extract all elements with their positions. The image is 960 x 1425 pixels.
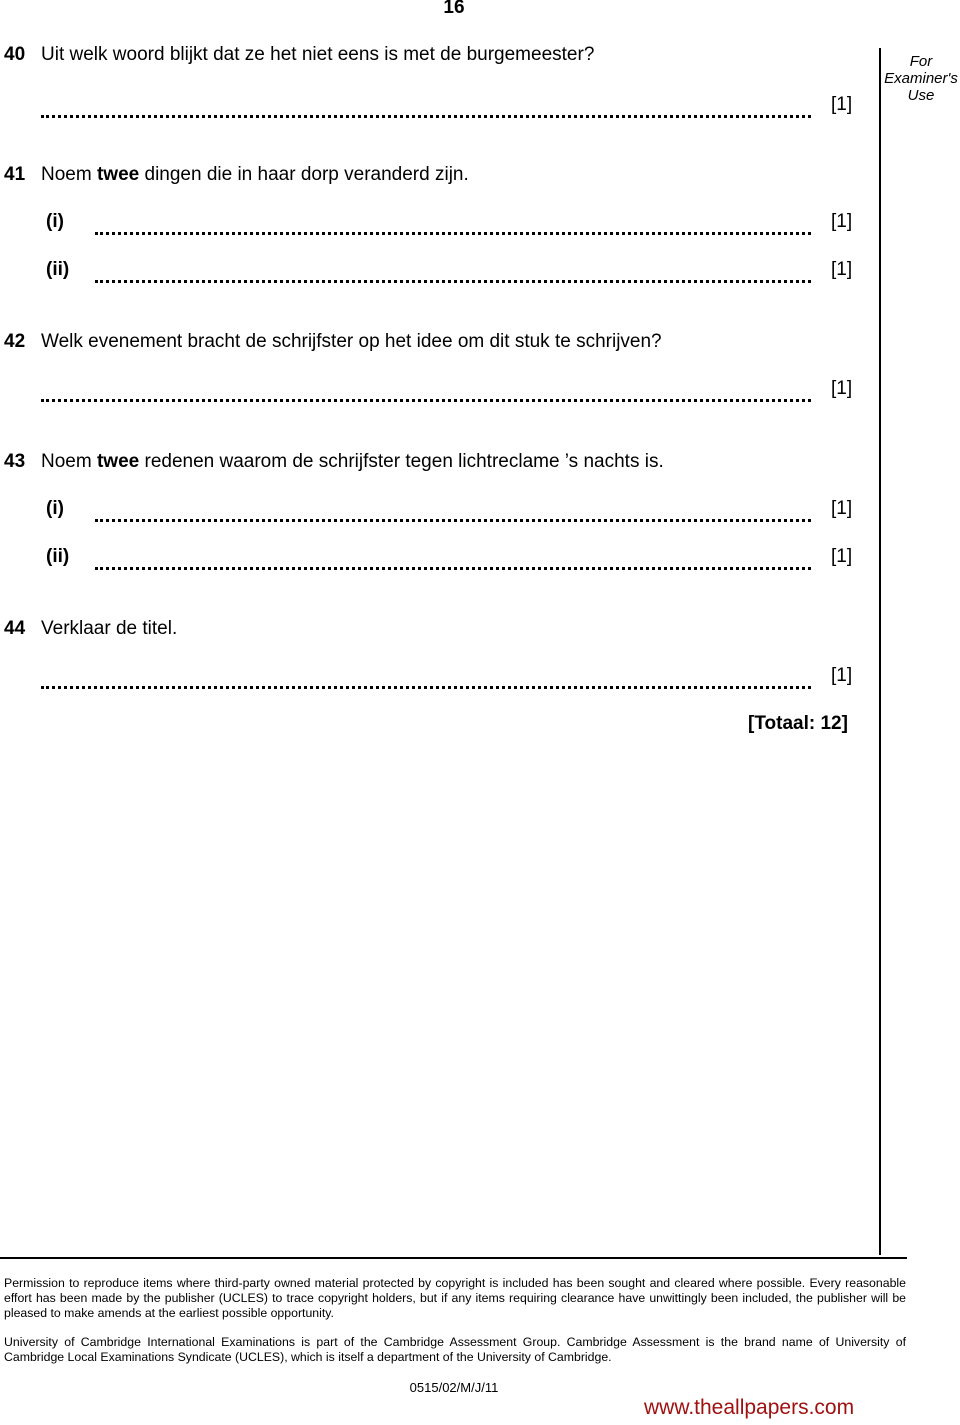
mark-allocation: [1]	[831, 665, 853, 686]
examiner-use-label: For Examiner's Use	[882, 53, 960, 104]
answer-line[interactable]	[41, 396, 811, 402]
website-link[interactable]: www.theallpapers.com	[644, 1396, 854, 1420]
answer-line[interactable]	[95, 229, 811, 235]
question-text: Welk evenement bracht de schrijfster op …	[41, 331, 662, 352]
mark-allocation: [1]	[831, 378, 853, 399]
copyright-permission-notice: Permission to reproduce items where thir…	[4, 1276, 906, 1320]
question-text: Verklaar de titel.	[41, 618, 178, 639]
ucles-notice: University of Cambridge International Ex…	[4, 1335, 906, 1364]
question-text: Noem twee redenen waarom de schrijfster …	[41, 451, 664, 473]
answer-line[interactable]	[95, 564, 811, 570]
question-text-part: redenen waarom de schrijfster tegen lich…	[139, 451, 664, 472]
question-text: Uit welk woord blijkt dat ze het niet ee…	[41, 44, 595, 65]
question-text-emphasis: twee	[96, 451, 140, 472]
answer-line[interactable]	[41, 683, 811, 689]
sub-question-label: (i)	[46, 211, 64, 232]
mark-allocation: [1]	[831, 498, 853, 519]
page-number: 16	[443, 0, 465, 18]
answer-line[interactable]	[41, 112, 811, 118]
question-text-part: Noem	[41, 451, 97, 472]
question-text-part: dingen die in haar dorp veranderd zijn.	[139, 164, 469, 185]
total-marks: [Totaal: 12]	[748, 713, 848, 734]
mark-allocation: [1]	[831, 211, 853, 232]
mark-allocation: [1]	[831, 259, 853, 280]
answer-line[interactable]	[95, 277, 811, 283]
mark-allocation: [1]	[831, 546, 853, 567]
question-number: 44	[4, 618, 26, 639]
sub-question-label: (ii)	[46, 546, 70, 567]
exam-code: 0515/02/M/J/11	[409, 1380, 499, 1395]
footer-divider	[0, 1257, 907, 1259]
question-number: 43	[4, 451, 26, 472]
examiner-column-divider	[879, 48, 881, 1255]
mark-allocation: [1]	[831, 94, 853, 115]
examiner-label-line: Use	[907, 87, 935, 104]
answer-line[interactable]	[95, 516, 811, 522]
question-text-emphasis: twee	[96, 164, 140, 185]
question-text-part: Noem	[41, 164, 97, 185]
question-number: 41	[4, 164, 26, 185]
question-number: 40	[4, 44, 26, 65]
examiner-label-line: For	[909, 53, 933, 70]
question-number: 42	[4, 331, 26, 352]
sub-question-label: (ii)	[46, 259, 70, 280]
question-text: Noem twee dingen die in haar dorp verand…	[41, 164, 469, 186]
sub-question-label: (i)	[46, 498, 64, 519]
examiner-label-line: Examiner's	[884, 70, 958, 87]
